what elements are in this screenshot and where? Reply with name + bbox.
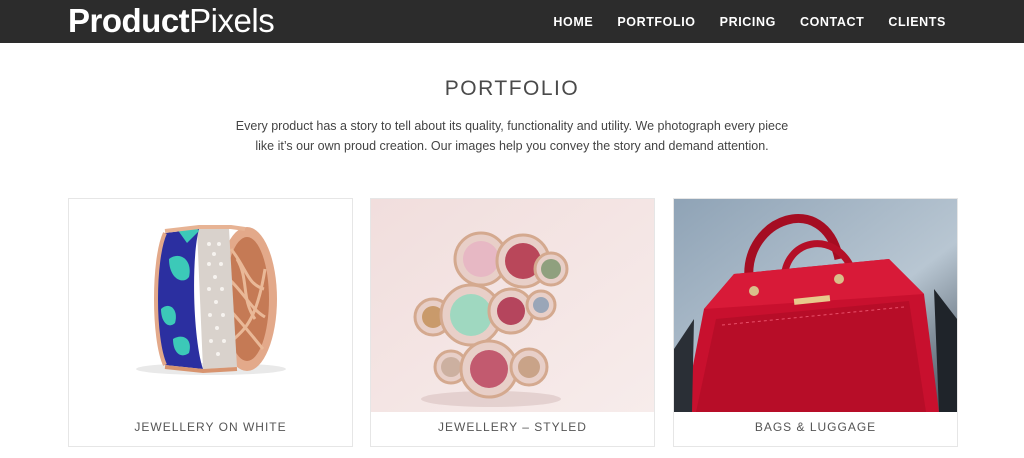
main-nav: HOME PORTFOLIO PRICING CONTACT CLIENTS bbox=[529, 0, 946, 43]
nav-portfolio[interactable]: PORTFOLIO bbox=[617, 15, 695, 29]
nav-home[interactable]: HOME bbox=[553, 15, 593, 29]
portfolio-card-jewellery-white[interactable]: JEWELLERY ON WHITE bbox=[68, 198, 353, 447]
nav-clients[interactable]: CLIENTS bbox=[888, 15, 946, 29]
card-caption: JEWELLERY ON WHITE bbox=[134, 420, 287, 434]
intro-text: Every product has a story to tell about … bbox=[235, 119, 789, 153]
card-caption: BAGS & LUGGAGE bbox=[754, 420, 877, 434]
red-handbag-image[interactable] bbox=[674, 199, 957, 412]
portfolio-card-jewellery-styled[interactable]: JEWELLERY – STYLED bbox=[370, 198, 655, 447]
card-caption: JEWELLERY – STYLED bbox=[438, 420, 587, 434]
top-navbar: Product Pixels HOME PORTFOLIO PRICING CON… bbox=[0, 0, 1024, 43]
brand-logo[interactable]: Product Pixels bbox=[68, 2, 275, 40]
gemstone-rings-image[interactable] bbox=[371, 199, 654, 412]
nav-pricing[interactable]: PRICING bbox=[720, 15, 776, 29]
logo-text-product: Product bbox=[68, 2, 190, 39]
portfolio-card-bags-luggage[interactable]: BAGS & LUGGAGE bbox=[673, 198, 958, 447]
enamel-ring-image[interactable] bbox=[69, 199, 352, 412]
logo-text-pixels: Pixels bbox=[189, 2, 275, 39]
nav-contact[interactable]: CONTACT bbox=[800, 15, 864, 29]
page-title: PORTFOLIO bbox=[444, 77, 580, 100]
